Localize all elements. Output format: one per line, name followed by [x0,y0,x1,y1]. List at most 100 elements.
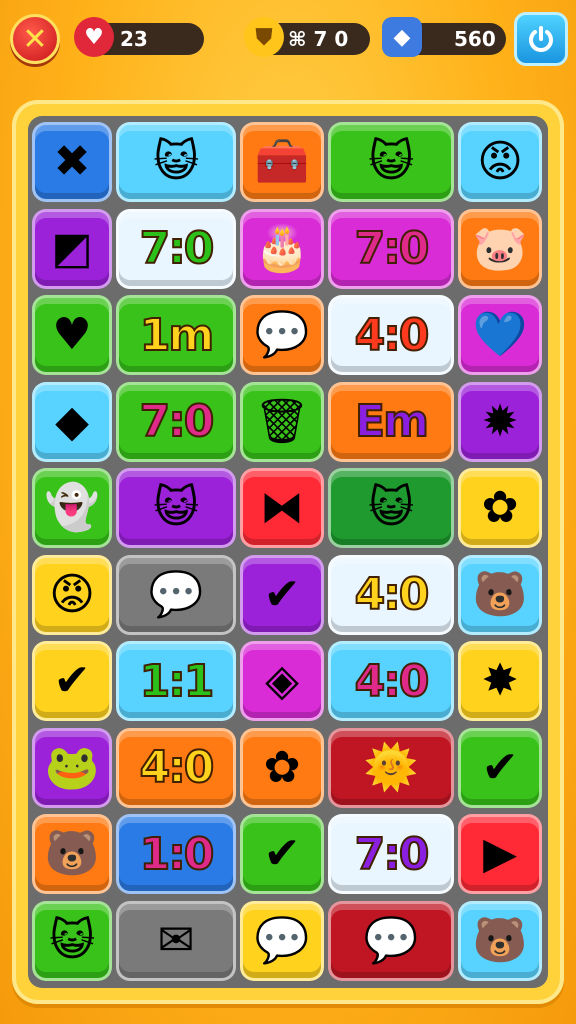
flower-icon: ✿ [263,741,301,793]
tile-4-3[interactable]: 🗑 [240,381,324,462]
tile-3-3[interactable]: 💬 [240,295,324,375]
tile-10-4[interactable]: 💬 [328,900,454,981]
chest-icon: 🧰 [254,136,310,187]
red-face-icon: 😡 [477,136,523,187]
tile-text-7-2[interactable]: 1:1 [116,641,236,721]
check-icon: ✔ [481,741,519,793]
sun-icon: ✹ [481,395,519,447]
power-button[interactable] [514,12,568,66]
tile-7-3[interactable]: ◈ [240,641,324,721]
tile-9-3[interactable]: ✔ [240,814,324,894]
square-icon: ◩ [51,222,93,274]
tile-6-1[interactable]: 😡 [32,554,112,635]
tile-7-5[interactable]: ✸ [458,641,542,721]
coins-value: ⌘ 7 0 [288,27,349,51]
tile-label: 1m [139,309,215,362]
close-button[interactable]: ✕ [10,14,60,64]
tile-6-5[interactable]: 🐻 [458,554,542,635]
tile-text-4-4[interactable]: Em [328,381,454,462]
tile-10-2[interactable]: ✉ [116,900,236,981]
tile-text-2-4[interactable]: 7:0 [328,208,454,289]
power-icon [529,26,553,52]
speech-bubble-icon: 💬 [254,914,310,966]
gem-icon: ◈ [265,655,299,706]
tile-5-1[interactable]: 👻 [32,468,112,548]
ghost-icon: 👻 [44,482,100,533]
tile-5-5[interactable]: ✿ [458,468,542,548]
tile-1-3[interactable]: 🧰 [240,122,324,202]
speech-bubble-icon: 💬 [148,568,204,620]
heart-icon: ♥ [74,17,114,57]
cat-face-icon: 😺 [153,482,199,533]
tile-2-1[interactable]: ◩ [32,208,112,289]
tile-3-1[interactable]: ♥ [32,295,112,375]
tile-6-2[interactable]: 💬 [116,554,236,635]
tile-text-4-2[interactable]: 7:0 [116,381,236,462]
tile-8-5[interactable]: ✔ [458,727,542,808]
tile-text-9-2[interactable]: 1:0 [116,814,236,894]
tile-5-4[interactable]: 😺 [328,468,454,548]
tile-text-8-2[interactable]: 4:0 [116,727,236,808]
coin-shield-icon: ⛊ [244,17,284,57]
heart-icon: ♥ [52,309,92,360]
tile-8-1[interactable]: 🐸 [32,727,112,808]
red-face-icon: 😡 [49,568,95,620]
tile-text-6-4[interactable]: 4:0 [328,554,454,635]
top-hud: ✕ ♥ 23 ⛊ ⌘ 7 0 ◆ 560 [0,10,576,70]
tile-8-3[interactable]: ✿ [240,727,324,808]
tile-1-4[interactable]: 😺 [328,122,454,202]
tile-3-5[interactable]: 💙 [458,295,542,375]
blue-gem-icon: ◆ [382,17,422,57]
tile-1-1[interactable]: ✖ [32,122,112,202]
cat-face-icon: 😺 [49,914,95,966]
pig-face-icon: 🐷 [472,222,528,274]
tile-text-7-4[interactable]: 4:0 [328,641,454,721]
tile-9-5[interactable]: ▶ [458,814,542,894]
tile-10-1[interactable]: 😺 [32,900,112,981]
check-icon: ✔ [263,828,301,879]
tile-4-1[interactable]: ◆ [32,381,112,462]
tile-label: 7:0 [139,395,216,448]
speech-bubble-icon: 💬 [363,914,419,966]
tile-text-3-2[interactable]: 1m [116,295,236,375]
bowtie-icon: ⧓ [260,482,304,533]
tile-label: 7:0 [354,828,431,881]
tile-8-4[interactable]: 🌞 [328,727,454,808]
tile-4-5[interactable]: ✹ [458,381,542,462]
tile-5-2[interactable]: 😺 [116,468,236,548]
tile-2-3[interactable]: 🎂 [240,208,324,289]
star-burst-icon: ✸ [481,655,519,706]
tile-5-3[interactable]: ⧓ [240,468,324,548]
tile-1-5[interactable]: 😡 [458,122,542,202]
tile-text-9-4[interactable]: 7:0 [328,814,454,894]
speech-bubble-icon: 💬 [254,309,310,360]
tile-label: 7:0 [354,222,431,275]
tile-label: 4:0 [354,568,431,621]
check-icon: ✔ [263,568,301,620]
cake-face-icon: 🎂 [254,222,310,274]
tile-label: Em [354,395,430,448]
heart-icon: 💙 [472,309,528,360]
tile-label: 4:0 [354,309,431,362]
x-icon: ✖ [53,136,91,187]
close-icon: ✕ [22,21,48,57]
tile-text-2-2[interactable]: 7:0 [116,208,236,289]
tile-10-5[interactable]: 🐻 [458,900,542,981]
tile-1-2[interactable]: 😺 [116,122,236,202]
tile-7-1[interactable]: ✔ [32,641,112,721]
tile-text-3-4[interactable]: 4:0 [328,295,454,375]
flower-icon: ✿ [481,482,519,533]
bear-face-icon: 🐻 [472,568,528,620]
tile-9-1[interactable]: 🐻 [32,814,112,894]
cat-face-icon: 😺 [153,136,199,187]
bear-face-icon: 🐻 [44,828,100,879]
tile-10-3[interactable]: 💬 [240,900,324,981]
gems-value: 560 [454,27,496,51]
cat-face-icon: 😺 [368,482,414,533]
sun-face-icon: 🌞 [363,741,419,793]
bin-icon: 🗑 [254,395,310,447]
tile-2-5[interactable]: 🐷 [458,208,542,289]
gems-counter: ◆ 560 [382,17,506,57]
play-icon: ▶ [483,828,517,879]
tile-6-3[interactable]: ✔ [240,554,324,635]
